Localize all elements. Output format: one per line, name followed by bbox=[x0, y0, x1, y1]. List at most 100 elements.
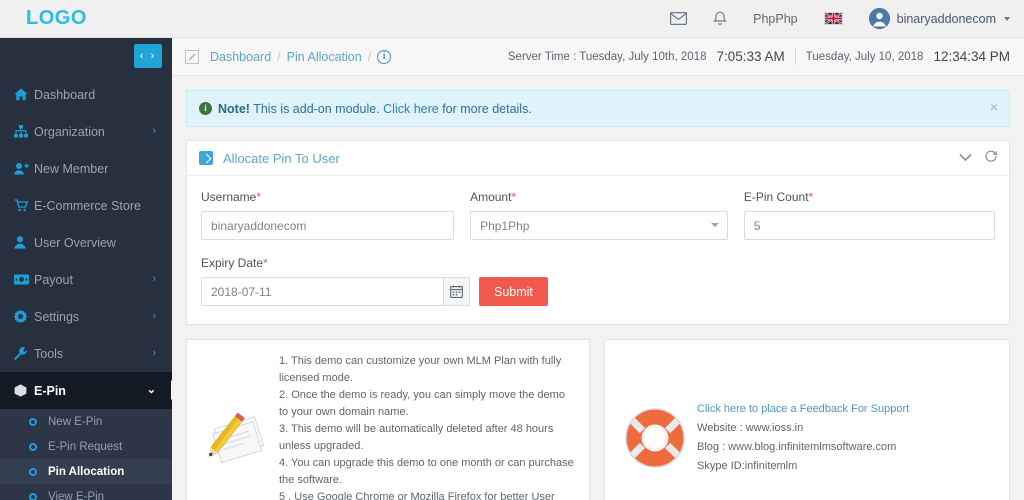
sidebar-item-new-member[interactable]: New Member bbox=[0, 150, 172, 187]
sidebar-item-label: Organization bbox=[34, 124, 105, 139]
chevron-right-icon: › bbox=[152, 347, 156, 359]
sidebar-item-label: E-Pin bbox=[34, 383, 66, 398]
feedback-link[interactable]: Click here to place a Feedback For Suppo… bbox=[697, 400, 995, 419]
demo-line: 5 . Use Google Chrome or Mozilla Firefox… bbox=[279, 491, 555, 500]
server-time-label: Server Time : Tuesday, July 10th, 2018 bbox=[507, 50, 707, 63]
logo[interactable]: LOGO bbox=[26, 7, 87, 30]
sidebar-item-tools[interactable]: Tools › bbox=[0, 335, 172, 372]
support-info-text: Click here to place a Feedback For Suppo… bbox=[691, 400, 995, 476]
server-time-value: 7:05:33 AM bbox=[716, 49, 785, 64]
sitemap-icon bbox=[14, 125, 34, 138]
support-line: Skype ID:infinitemlm bbox=[697, 460, 798, 472]
sidebar-subitem-new-epin[interactable]: New E-Pin bbox=[0, 409, 172, 434]
app-root: LOGO PhpPhp binaryaddonecom ‹ › Dashboar… bbox=[0, 0, 1024, 500]
expiry-date-label-text: Expiry Date bbox=[201, 256, 264, 270]
wrench-icon bbox=[14, 347, 34, 360]
info-circle-icon: i bbox=[199, 102, 212, 115]
demo-line: 4. You can upgrade this demo to one mont… bbox=[279, 457, 574, 486]
sidebar-item-label: New Member bbox=[34, 161, 109, 176]
username-field-group: Username* binaryaddonecom bbox=[201, 190, 455, 240]
username-input[interactable]: binaryaddonecom bbox=[201, 211, 455, 240]
sidebar-subitem-label: Pin Allocation bbox=[48, 465, 125, 478]
panel-title: Allocate Pin To User bbox=[223, 150, 340, 166]
chevron-down-icon bbox=[710, 223, 719, 227]
envelope-icon[interactable] bbox=[670, 12, 688, 25]
circle-icon bbox=[29, 492, 37, 500]
sidebar-item-user-overview[interactable]: User Overview bbox=[0, 224, 172, 261]
cube-icon bbox=[14, 384, 34, 397]
breadcrumb-separator: / bbox=[277, 49, 281, 64]
notice-banner: i Note! This is add-on module. Click her… bbox=[186, 90, 1010, 127]
sidebar-item-label: User Overview bbox=[34, 235, 116, 250]
bell-icon[interactable] bbox=[713, 11, 728, 27]
sidebar-subitem-label: E-Pin Request bbox=[48, 440, 123, 453]
notice-text-1: This is add-on module. bbox=[249, 101, 384, 116]
submit-button[interactable]: Submit bbox=[479, 277, 548, 306]
demo-line: 1. This demo can customize your own MLM … bbox=[279, 355, 562, 384]
demo-line: 3. This demo will be automatically delet… bbox=[279, 423, 554, 452]
user-menu[interactable]: binaryaddonecom bbox=[868, 8, 1010, 29]
sidebar-item-payout[interactable]: Payout › bbox=[0, 261, 172, 298]
edit-square-icon bbox=[185, 49, 199, 64]
epin-count-label-text: E-Pin Count bbox=[743, 190, 809, 204]
sidebar-menu: Dashboard Organization › New Member E-Co… bbox=[0, 76, 181, 500]
panel-body: Username* binaryaddonecom Amount* Php1Ph… bbox=[187, 176, 1009, 324]
chevron-right-icon: › bbox=[152, 310, 156, 322]
uk-flag-icon[interactable] bbox=[823, 12, 843, 25]
breadcrumb-dashboard[interactable]: Dashboard bbox=[210, 50, 271, 64]
breadcrumb-separator: / bbox=[367, 49, 372, 64]
support-line: Website : www.ioss.in bbox=[697, 422, 804, 434]
epin-count-input[interactable]: 5 bbox=[743, 211, 995, 240]
amount-field-group: Amount* Php1Php bbox=[470, 190, 728, 240]
amount-label: Amount* bbox=[470, 190, 728, 204]
sidebar-subitem-epin-request[interactable]: E-Pin Request bbox=[0, 434, 172, 459]
chevron-right-icon: › bbox=[152, 273, 156, 285]
cart-icon bbox=[14, 199, 34, 212]
sidebar-item-label: Settings bbox=[34, 309, 80, 324]
user-name: binaryaddonecom bbox=[896, 11, 996, 26]
amount-select[interactable]: Php1Php bbox=[470, 211, 728, 240]
expiry-date-wrapper: 2018-07-11 bbox=[201, 277, 470, 306]
language-label[interactable]: PhpPhp bbox=[753, 12, 797, 26]
notice-text-2: for more details. bbox=[438, 101, 532, 116]
chevron-down-icon bbox=[1004, 16, 1010, 21]
sidebar-collapse-button[interactable]: ‹ › bbox=[134, 44, 162, 68]
top-bar: LOGO PhpPhp binaryaddonecom bbox=[0, 0, 1024, 38]
required-marker: * bbox=[511, 190, 517, 204]
sidebar-item-label: Payout bbox=[34, 272, 73, 287]
close-icon[interactable]: × bbox=[990, 100, 998, 114]
sidebar-subitem-view-epin[interactable]: View E-Pin bbox=[0, 484, 172, 500]
refresh-icon[interactable] bbox=[985, 149, 998, 167]
expiry-date-field-group: Expiry Date* 2018-07-11 bbox=[201, 256, 470, 306]
sidebar-item-organization[interactable]: Organization › bbox=[0, 113, 172, 150]
notice-link[interactable]: Click here bbox=[383, 102, 439, 116]
sidebar-item-label: Dashboard bbox=[34, 87, 96, 102]
support-info-card: Click here to place a Feedback For Suppo… bbox=[604, 339, 1010, 500]
user-icon bbox=[14, 236, 34, 249]
logo-area: LOGO bbox=[0, 0, 172, 38]
money-icon bbox=[14, 274, 34, 285]
calendar-icon[interactable] bbox=[443, 277, 470, 306]
support-line: Blog : www.blog.infinitemlmsoftware.com bbox=[697, 441, 897, 453]
avatar bbox=[868, 8, 890, 29]
sidebar-item-dashboard[interactable]: Dashboard bbox=[0, 76, 172, 113]
form-row-1: Username* binaryaddonecom Amount* Php1Ph… bbox=[201, 190, 995, 240]
circle-icon bbox=[29, 417, 37, 426]
info-icon[interactable]: i bbox=[377, 49, 392, 64]
user-plus-icon bbox=[14, 162, 34, 175]
breadcrumb-bar: Dashboard / Pin Allocation / i Server Ti… bbox=[172, 38, 1024, 76]
server-time-block: Server Time : Tuesday, July 10th, 2018 7… bbox=[508, 48, 1010, 65]
expiry-date-input[interactable]: 2018-07-11 bbox=[201, 277, 470, 306]
required-marker: * bbox=[808, 190, 814, 204]
sidebar-subitem-pin-allocation[interactable]: Pin Allocation bbox=[0, 459, 172, 484]
breadcrumb-pin-allocation[interactable]: Pin Allocation bbox=[287, 50, 362, 64]
chevron-down-icon[interactable] bbox=[959, 149, 972, 167]
content-area: Dashboard / Pin Allocation / i Server Ti… bbox=[172, 38, 1024, 500]
pencil-notes-icon bbox=[201, 409, 273, 467]
gear-icon bbox=[14, 310, 34, 323]
sidebar-item-settings[interactable]: Settings › bbox=[0, 298, 172, 335]
sidebar-item-epin[interactable]: E-Pin ⌄ bbox=[0, 372, 181, 409]
required-marker: * bbox=[256, 190, 262, 204]
home-icon bbox=[14, 88, 34, 101]
sidebar-item-ecommerce-store[interactable]: E-Commerce Store bbox=[0, 187, 172, 224]
